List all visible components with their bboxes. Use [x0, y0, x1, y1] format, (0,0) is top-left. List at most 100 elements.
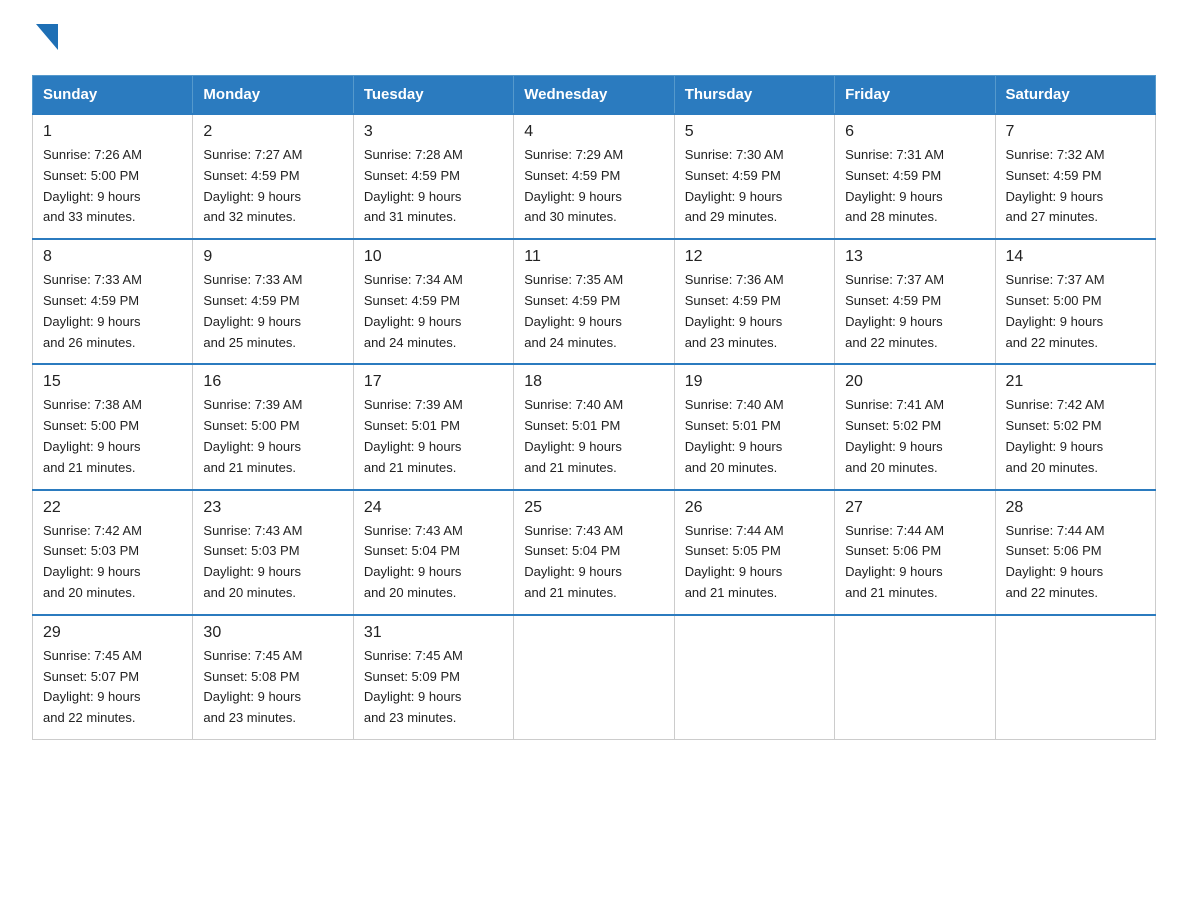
- day-info: Sunrise: 7:43 AM Sunset: 5:04 PM Dayligh…: [524, 521, 663, 604]
- day-number: 31: [364, 624, 503, 642]
- day-number: 18: [524, 373, 663, 391]
- day-number: 9: [203, 248, 342, 266]
- logo-arrow-icon: [36, 24, 58, 55]
- day-info: Sunrise: 7:33 AM Sunset: 4:59 PM Dayligh…: [43, 270, 182, 353]
- logo: [32, 24, 58, 55]
- header-monday: Monday: [193, 76, 353, 115]
- calendar-cell: 23 Sunrise: 7:43 AM Sunset: 5:03 PM Dayl…: [193, 490, 353, 615]
- day-number: 4: [524, 123, 663, 141]
- day-info: Sunrise: 7:44 AM Sunset: 5:05 PM Dayligh…: [685, 521, 824, 604]
- calendar-cell: 16 Sunrise: 7:39 AM Sunset: 5:00 PM Dayl…: [193, 364, 353, 489]
- day-info: Sunrise: 7:35 AM Sunset: 4:59 PM Dayligh…: [524, 270, 663, 353]
- calendar-cell: 1 Sunrise: 7:26 AM Sunset: 5:00 PM Dayli…: [33, 114, 193, 239]
- day-number: 10: [364, 248, 503, 266]
- day-info: Sunrise: 7:27 AM Sunset: 4:59 PM Dayligh…: [203, 145, 342, 228]
- calendar-week-row: 1 Sunrise: 7:26 AM Sunset: 5:00 PM Dayli…: [33, 114, 1156, 239]
- day-number: 15: [43, 373, 182, 391]
- day-number: 28: [1006, 499, 1145, 517]
- day-number: 5: [685, 123, 824, 141]
- calendar-cell: 21 Sunrise: 7:42 AM Sunset: 5:02 PM Dayl…: [995, 364, 1155, 489]
- calendar-cell: 3 Sunrise: 7:28 AM Sunset: 4:59 PM Dayli…: [353, 114, 513, 239]
- header-saturday: Saturday: [995, 76, 1155, 115]
- day-number: 25: [524, 499, 663, 517]
- calendar-week-row: 15 Sunrise: 7:38 AM Sunset: 5:00 PM Dayl…: [33, 364, 1156, 489]
- calendar-cell: 25 Sunrise: 7:43 AM Sunset: 5:04 PM Dayl…: [514, 490, 674, 615]
- day-info: Sunrise: 7:44 AM Sunset: 5:06 PM Dayligh…: [845, 521, 984, 604]
- calendar-cell: 20 Sunrise: 7:41 AM Sunset: 5:02 PM Dayl…: [835, 364, 995, 489]
- day-number: 30: [203, 624, 342, 642]
- day-info: Sunrise: 7:45 AM Sunset: 5:08 PM Dayligh…: [203, 646, 342, 729]
- day-number: 26: [685, 499, 824, 517]
- calendar-cell: 22 Sunrise: 7:42 AM Sunset: 5:03 PM Dayl…: [33, 490, 193, 615]
- calendar-cell: 7 Sunrise: 7:32 AM Sunset: 4:59 PM Dayli…: [995, 114, 1155, 239]
- day-number: 8: [43, 248, 182, 266]
- day-number: 22: [43, 499, 182, 517]
- calendar-cell: 26 Sunrise: 7:44 AM Sunset: 5:05 PM Dayl…: [674, 490, 834, 615]
- header-wednesday: Wednesday: [514, 76, 674, 115]
- calendar-cell: [995, 615, 1155, 740]
- day-info: Sunrise: 7:40 AM Sunset: 5:01 PM Dayligh…: [685, 395, 824, 478]
- day-info: Sunrise: 7:30 AM Sunset: 4:59 PM Dayligh…: [685, 145, 824, 228]
- calendar-cell: 10 Sunrise: 7:34 AM Sunset: 4:59 PM Dayl…: [353, 239, 513, 364]
- calendar-cell: 5 Sunrise: 7:30 AM Sunset: 4:59 PM Dayli…: [674, 114, 834, 239]
- calendar-cell: 2 Sunrise: 7:27 AM Sunset: 4:59 PM Dayli…: [193, 114, 353, 239]
- calendar-cell: 13 Sunrise: 7:37 AM Sunset: 4:59 PM Dayl…: [835, 239, 995, 364]
- day-number: 14: [1006, 248, 1145, 266]
- day-info: Sunrise: 7:38 AM Sunset: 5:00 PM Dayligh…: [43, 395, 182, 478]
- day-info: Sunrise: 7:37 AM Sunset: 5:00 PM Dayligh…: [1006, 270, 1145, 353]
- day-info: Sunrise: 7:28 AM Sunset: 4:59 PM Dayligh…: [364, 145, 503, 228]
- calendar-cell: 30 Sunrise: 7:45 AM Sunset: 5:08 PM Dayl…: [193, 615, 353, 740]
- calendar-cell: [514, 615, 674, 740]
- day-number: 23: [203, 499, 342, 517]
- day-info: Sunrise: 7:42 AM Sunset: 5:03 PM Dayligh…: [43, 521, 182, 604]
- calendar-cell: 9 Sunrise: 7:33 AM Sunset: 4:59 PM Dayli…: [193, 239, 353, 364]
- day-info: Sunrise: 7:43 AM Sunset: 5:03 PM Dayligh…: [203, 521, 342, 604]
- day-info: Sunrise: 7:33 AM Sunset: 4:59 PM Dayligh…: [203, 270, 342, 353]
- day-info: Sunrise: 7:36 AM Sunset: 4:59 PM Dayligh…: [685, 270, 824, 353]
- day-info: Sunrise: 7:39 AM Sunset: 5:00 PM Dayligh…: [203, 395, 342, 478]
- day-info: Sunrise: 7:26 AM Sunset: 5:00 PM Dayligh…: [43, 145, 182, 228]
- calendar-cell: 6 Sunrise: 7:31 AM Sunset: 4:59 PM Dayli…: [835, 114, 995, 239]
- logo-line1: [32, 24, 58, 55]
- day-number: 6: [845, 123, 984, 141]
- calendar-cell: [674, 615, 834, 740]
- day-info: Sunrise: 7:31 AM Sunset: 4:59 PM Dayligh…: [845, 145, 984, 228]
- day-number: 17: [364, 373, 503, 391]
- day-number: 3: [364, 123, 503, 141]
- calendar-cell: 15 Sunrise: 7:38 AM Sunset: 5:00 PM Dayl…: [33, 364, 193, 489]
- header-friday: Friday: [835, 76, 995, 115]
- day-number: 27: [845, 499, 984, 517]
- calendar-cell: 18 Sunrise: 7:40 AM Sunset: 5:01 PM Dayl…: [514, 364, 674, 489]
- calendar-cell: 29 Sunrise: 7:45 AM Sunset: 5:07 PM Dayl…: [33, 615, 193, 740]
- day-info: Sunrise: 7:45 AM Sunset: 5:07 PM Dayligh…: [43, 646, 182, 729]
- calendar-header-row: SundayMondayTuesdayWednesdayThursdayFrid…: [33, 76, 1156, 115]
- day-info: Sunrise: 7:39 AM Sunset: 5:01 PM Dayligh…: [364, 395, 503, 478]
- day-info: Sunrise: 7:34 AM Sunset: 4:59 PM Dayligh…: [364, 270, 503, 353]
- day-info: Sunrise: 7:45 AM Sunset: 5:09 PM Dayligh…: [364, 646, 503, 729]
- calendar-cell: 24 Sunrise: 7:43 AM Sunset: 5:04 PM Dayl…: [353, 490, 513, 615]
- header-sunday: Sunday: [33, 76, 193, 115]
- day-info: Sunrise: 7:42 AM Sunset: 5:02 PM Dayligh…: [1006, 395, 1145, 478]
- day-info: Sunrise: 7:29 AM Sunset: 4:59 PM Dayligh…: [524, 145, 663, 228]
- day-number: 12: [685, 248, 824, 266]
- calendar-cell: 12 Sunrise: 7:36 AM Sunset: 4:59 PM Dayl…: [674, 239, 834, 364]
- day-number: 24: [364, 499, 503, 517]
- day-number: 1: [43, 123, 182, 141]
- calendar-week-row: 8 Sunrise: 7:33 AM Sunset: 4:59 PM Dayli…: [33, 239, 1156, 364]
- calendar-cell: 31 Sunrise: 7:45 AM Sunset: 5:09 PM Dayl…: [353, 615, 513, 740]
- calendar-week-row: 22 Sunrise: 7:42 AM Sunset: 5:03 PM Dayl…: [33, 490, 1156, 615]
- day-number: 13: [845, 248, 984, 266]
- calendar-cell: [835, 615, 995, 740]
- day-info: Sunrise: 7:40 AM Sunset: 5:01 PM Dayligh…: [524, 395, 663, 478]
- calendar-table: SundayMondayTuesdayWednesdayThursdayFrid…: [32, 75, 1156, 740]
- calendar-week-row: 29 Sunrise: 7:45 AM Sunset: 5:07 PM Dayl…: [33, 615, 1156, 740]
- day-number: 11: [524, 248, 663, 266]
- day-number: 29: [43, 624, 182, 642]
- day-number: 20: [845, 373, 984, 391]
- day-number: 19: [685, 373, 824, 391]
- page-header: [32, 24, 1156, 55]
- day-info: Sunrise: 7:41 AM Sunset: 5:02 PM Dayligh…: [845, 395, 984, 478]
- header-thursday: Thursday: [674, 76, 834, 115]
- day-number: 21: [1006, 373, 1145, 391]
- calendar-cell: 28 Sunrise: 7:44 AM Sunset: 5:06 PM Dayl…: [995, 490, 1155, 615]
